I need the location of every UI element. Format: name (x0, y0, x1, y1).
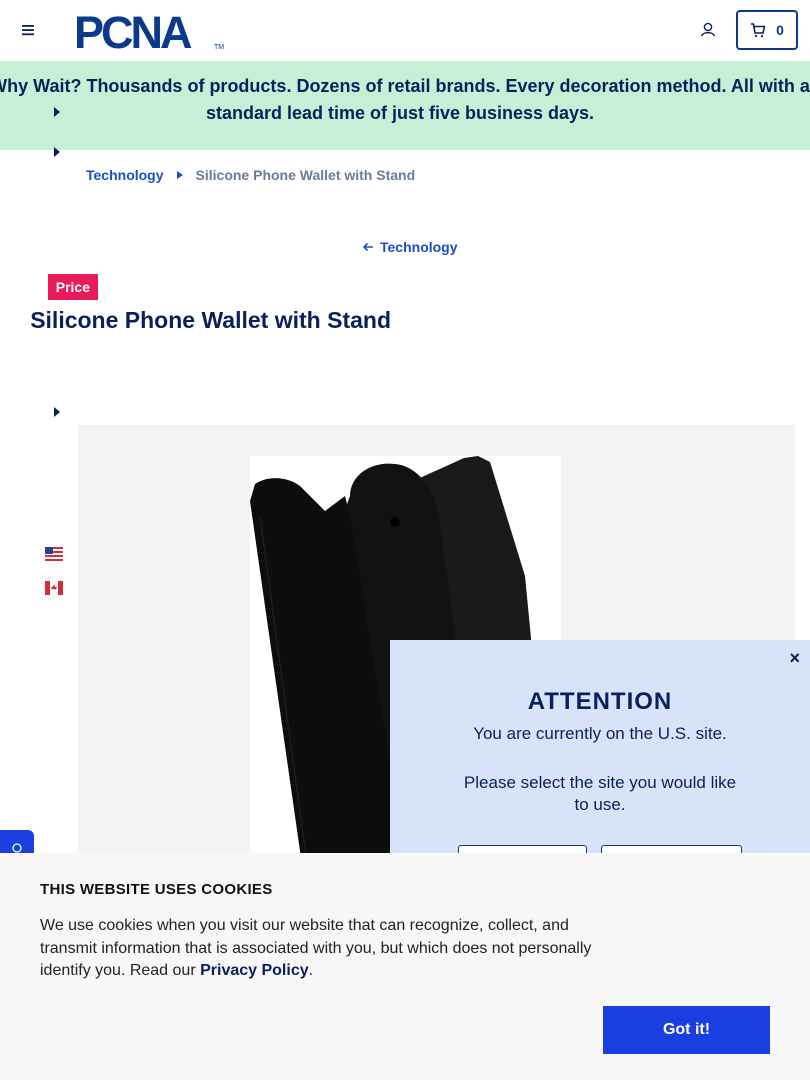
account-icon[interactable] (697, 19, 719, 41)
cart-button[interactable]: 0 (736, 10, 798, 50)
accept-cookies-button[interactable]: Got it! (603, 1006, 770, 1054)
back-to-category-link[interactable]: Technology (362, 239, 458, 255)
product-title: Silicone Phone Wallet with Stand (30, 307, 391, 333)
arrow-left-icon (362, 242, 373, 252)
close-icon[interactable]: × (789, 648, 800, 669)
site-select-modal: × ATTENTION You are currently on the U.S… (390, 640, 810, 885)
promo-banner: Why Wait? Thousands of products. Dozens … (0, 61, 810, 150)
cart-icon (751, 23, 766, 38)
svg-text:TM: TM (214, 44, 224, 51)
caret-right-icon (176, 171, 183, 179)
us-flag-icon[interactable] (45, 547, 63, 561)
modal-title: ATTENTION (527, 688, 673, 715)
cookie-text: We use cookies when you visit our websit… (40, 917, 592, 979)
cart-count: 0 (776, 22, 784, 38)
promo-text: Why Wait? Thousands of products. Dozens … (0, 76, 810, 123)
caret-right-icon[interactable] (52, 406, 62, 418)
modal-message: You are currently on the U.S. site. (473, 724, 727, 743)
caret-right-icon[interactable] (52, 106, 62, 118)
canada-flag-icon[interactable] (45, 581, 63, 595)
caret-right-icon[interactable] (52, 146, 62, 158)
hamburger-menu-icon[interactable] (18, 20, 38, 40)
privacy-policy-link[interactable]: Privacy Policy (200, 962, 309, 979)
svg-text:PCNA: PCNA (74, 8, 192, 54)
breadcrumb-technology[interactable]: Technology (86, 167, 164, 183)
cookie-title: THIS WEBSITE USES COOKIES (40, 881, 273, 898)
site-header: PCNA TM 0 (0, 0, 810, 61)
cookie-banner: THIS WEBSITE USES COOKIES We use cookies… (0, 853, 810, 1080)
modal-message-select: Please select the site you would like to… (463, 773, 737, 814)
pcna-logo[interactable]: PCNA TM (74, 7, 226, 58)
breadcrumb-current: Silicone Phone Wallet with Stand (195, 167, 416, 183)
breadcrumb: Technology Silicone Phone Wallet with St… (86, 167, 415, 183)
back-link-label: Technology (380, 239, 458, 255)
price-badge: Price (48, 274, 98, 300)
